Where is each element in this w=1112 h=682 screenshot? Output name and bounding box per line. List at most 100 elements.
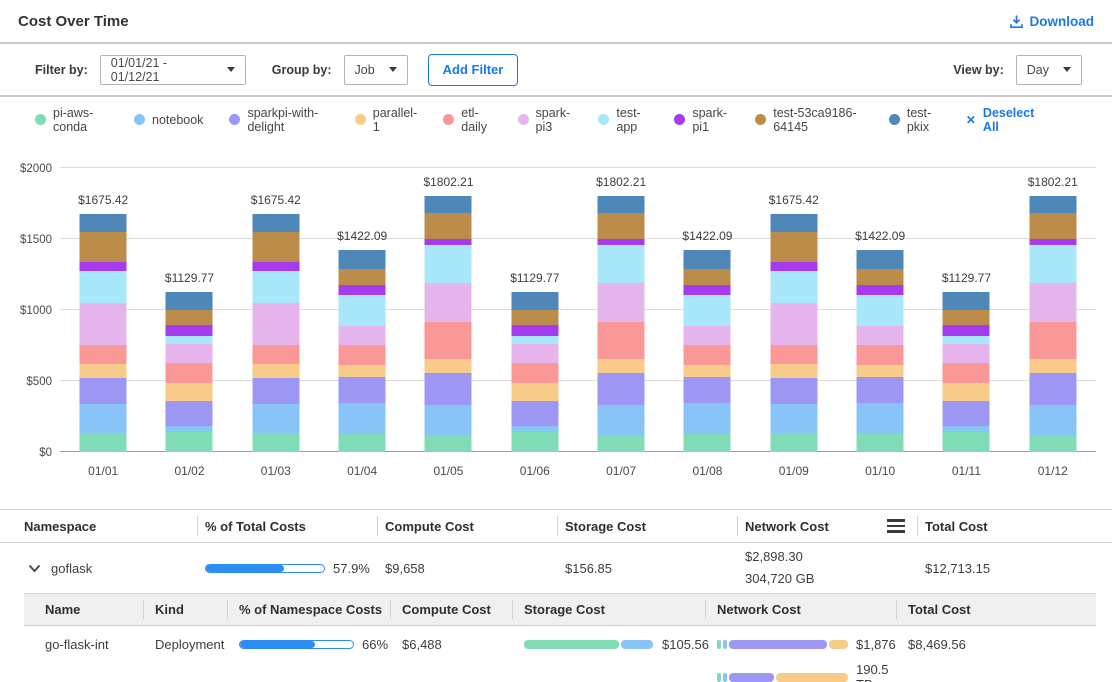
view-by-select[interactable]: Day: [1016, 55, 1082, 85]
legend-item-test-pkix[interactable]: test-pkix: [889, 106, 940, 134]
bar-01/06[interactable]: $1129.77: [492, 168, 578, 452]
bar-stack: [511, 292, 558, 452]
bar-total-label: $1802.21: [578, 175, 664, 189]
bar-stack: [339, 250, 386, 452]
bar-segment-pi-aws-conda: [943, 432, 990, 452]
legend-item-notebook[interactable]: notebook: [134, 113, 203, 127]
network-usage-line: 190.5 TB: [717, 662, 896, 682]
x-axis-tick-label: 01/05: [405, 464, 491, 478]
cost-over-time-chart: $0$500$1000$1500$2000$1675.42$1129.77$16…: [0, 142, 1112, 482]
bar-segment-sparkpi-with-delight: [857, 377, 904, 403]
col-header-namespace[interactable]: Namespace: [16, 510, 197, 542]
bar-segment-test-app: [857, 295, 904, 325]
bar-total-label: $1422.09: [664, 229, 750, 243]
bar-01/05[interactable]: $1802.21: [405, 168, 491, 452]
hamburger-menu-icon[interactable]: [887, 519, 905, 533]
col-header-name[interactable]: Name: [24, 594, 143, 625]
bar-segment-parallel-1: [339, 365, 386, 378]
col-header-compute-cost[interactable]: Compute Cost: [377, 510, 557, 542]
bar-segment-pi-aws-conda: [80, 433, 127, 452]
bar-stack: [684, 250, 731, 452]
col-header-network-cost[interactable]: Network Cost: [737, 510, 917, 542]
bar-segment-notebook: [684, 403, 731, 434]
add-filter-button[interactable]: Add Filter: [428, 54, 519, 86]
bar-segment-test-53ca9186-64145: [1029, 213, 1076, 239]
col-header-pct-namespace-costs[interactable]: % of Namespace Costs: [227, 594, 390, 625]
bar-segment-etl-daily: [857, 345, 904, 364]
date-range-select[interactable]: 01/01/21 - 01/12/21: [100, 55, 246, 85]
col-header-total-cost[interactable]: Total Cost: [917, 510, 1096, 542]
bar-segment-sparkpi-with-delight: [598, 373, 645, 405]
y-axis-tick-label: $0: [8, 447, 52, 459]
bar-segment-spark-pi3: [598, 283, 645, 321]
bar-segment-test-53ca9186-64145: [770, 232, 817, 262]
bar-segment-etl-daily: [770, 345, 817, 364]
bar-segment-spark-pi3: [770, 303, 817, 345]
bar-01/07[interactable]: $1802.21: [578, 168, 664, 452]
bar-01/01[interactable]: $1675.42: [60, 168, 146, 452]
bar-segment-parallel-1: [80, 364, 127, 378]
col-header-network-cost[interactable]: Network Cost: [705, 594, 896, 625]
bar-01/04[interactable]: $1422.09: [319, 168, 405, 452]
bar-segment-parallel-1: [1029, 359, 1076, 373]
bar-segment-etl-daily: [1029, 322, 1076, 359]
bar-segment-spark-pi3: [684, 326, 731, 346]
bar-segment-parallel-1: [770, 364, 817, 378]
bar-01/02[interactable]: $1129.77: [146, 168, 232, 452]
legend-dot-icon: [889, 114, 900, 125]
section-gap: [0, 482, 1112, 509]
bar-segment-etl-daily: [339, 345, 386, 364]
bar-segment-test-app: [252, 271, 299, 304]
bar-segment-pi-aws-conda: [425, 435, 472, 452]
x-icon: ✕: [966, 114, 976, 126]
col-header-compute-cost[interactable]: Compute Cost: [390, 594, 512, 625]
bar-segment-etl-daily: [252, 345, 299, 364]
group-by-select[interactable]: Job: [344, 55, 408, 85]
col-header-storage-cost[interactable]: Storage Cost: [557, 510, 737, 542]
legend-item-pi-aws-conda[interactable]: pi-aws-conda: [35, 106, 108, 134]
col-header-storage-cost[interactable]: Storage Cost: [512, 594, 705, 625]
bar-01/08[interactable]: $1422.09: [664, 168, 750, 452]
bar-segment: [723, 640, 727, 649]
legend-item-spark-pi1[interactable]: spark-pi1: [674, 106, 729, 134]
col-header-kind[interactable]: Kind: [143, 594, 227, 625]
network-usage-value: 304,720 GB: [745, 568, 917, 590]
bar-01/09[interactable]: $1675.42: [751, 168, 837, 452]
bar-segment-parallel-1: [857, 365, 904, 378]
bar-segment-notebook: [857, 403, 904, 434]
legend-item-spark-pi3[interactable]: spark-pi3: [518, 106, 573, 134]
pct-progress-bar: [239, 640, 354, 649]
bar-01/03[interactable]: $1675.42: [233, 168, 319, 452]
network-cost-line: $1,876: [717, 637, 896, 652]
bar-segment-sparkpi-with-delight: [943, 401, 990, 426]
bar-total-label: $1675.42: [751, 193, 837, 207]
bar-segment-etl-daily: [166, 363, 213, 383]
deselect-all-button[interactable]: ✕ Deselect All: [966, 106, 1035, 134]
namespace-row-goflask: goflask 57.9% $9,658 $156.85 $2,898.30 3…: [0, 543, 1112, 593]
legend-item-parallel-1[interactable]: parallel-1: [355, 106, 417, 134]
bar-01/11[interactable]: $1129.77: [923, 168, 1009, 452]
namespace-expand-toggle[interactable]: goflask: [16, 561, 197, 576]
caret-down-icon: [227, 67, 235, 72]
bar-segment: [776, 673, 848, 682]
legend-item-test-53ca9186-64145[interactable]: test-53ca9186-64145: [755, 106, 863, 134]
legend-item-test-app[interactable]: test-app: [598, 106, 648, 134]
bar-segment-test-53ca9186-64145: [80, 232, 127, 262]
bar-segment: [621, 640, 654, 649]
bar-01/12[interactable]: $1802.21: [1010, 168, 1096, 452]
bar-stack: [252, 214, 299, 452]
caret-down-icon: [389, 67, 397, 72]
bar-total-label: $1802.21: [1010, 175, 1096, 189]
bar-segment-test-53ca9186-64145: [425, 213, 472, 239]
bar-segment-test-pkix: [1029, 196, 1076, 213]
bar-01/10[interactable]: $1422.09: [837, 168, 923, 452]
legend-dot-icon: [755, 114, 766, 125]
col-header-total-cost[interactable]: Total Cost: [896, 594, 1096, 625]
col-header-pct-total-costs[interactable]: % of Total Costs: [197, 510, 377, 542]
storage-cost-cell: $105.56: [512, 637, 705, 652]
download-button[interactable]: Download: [1009, 14, 1095, 29]
legend-item-etl-daily[interactable]: etl-daily: [443, 106, 491, 134]
bar-segment-test-app: [511, 336, 558, 344]
date-range-value: 01/01/21 - 01/12/21: [111, 56, 213, 84]
legend-item-sparkpi-with-delight[interactable]: sparkpi-with-delight: [229, 106, 328, 134]
